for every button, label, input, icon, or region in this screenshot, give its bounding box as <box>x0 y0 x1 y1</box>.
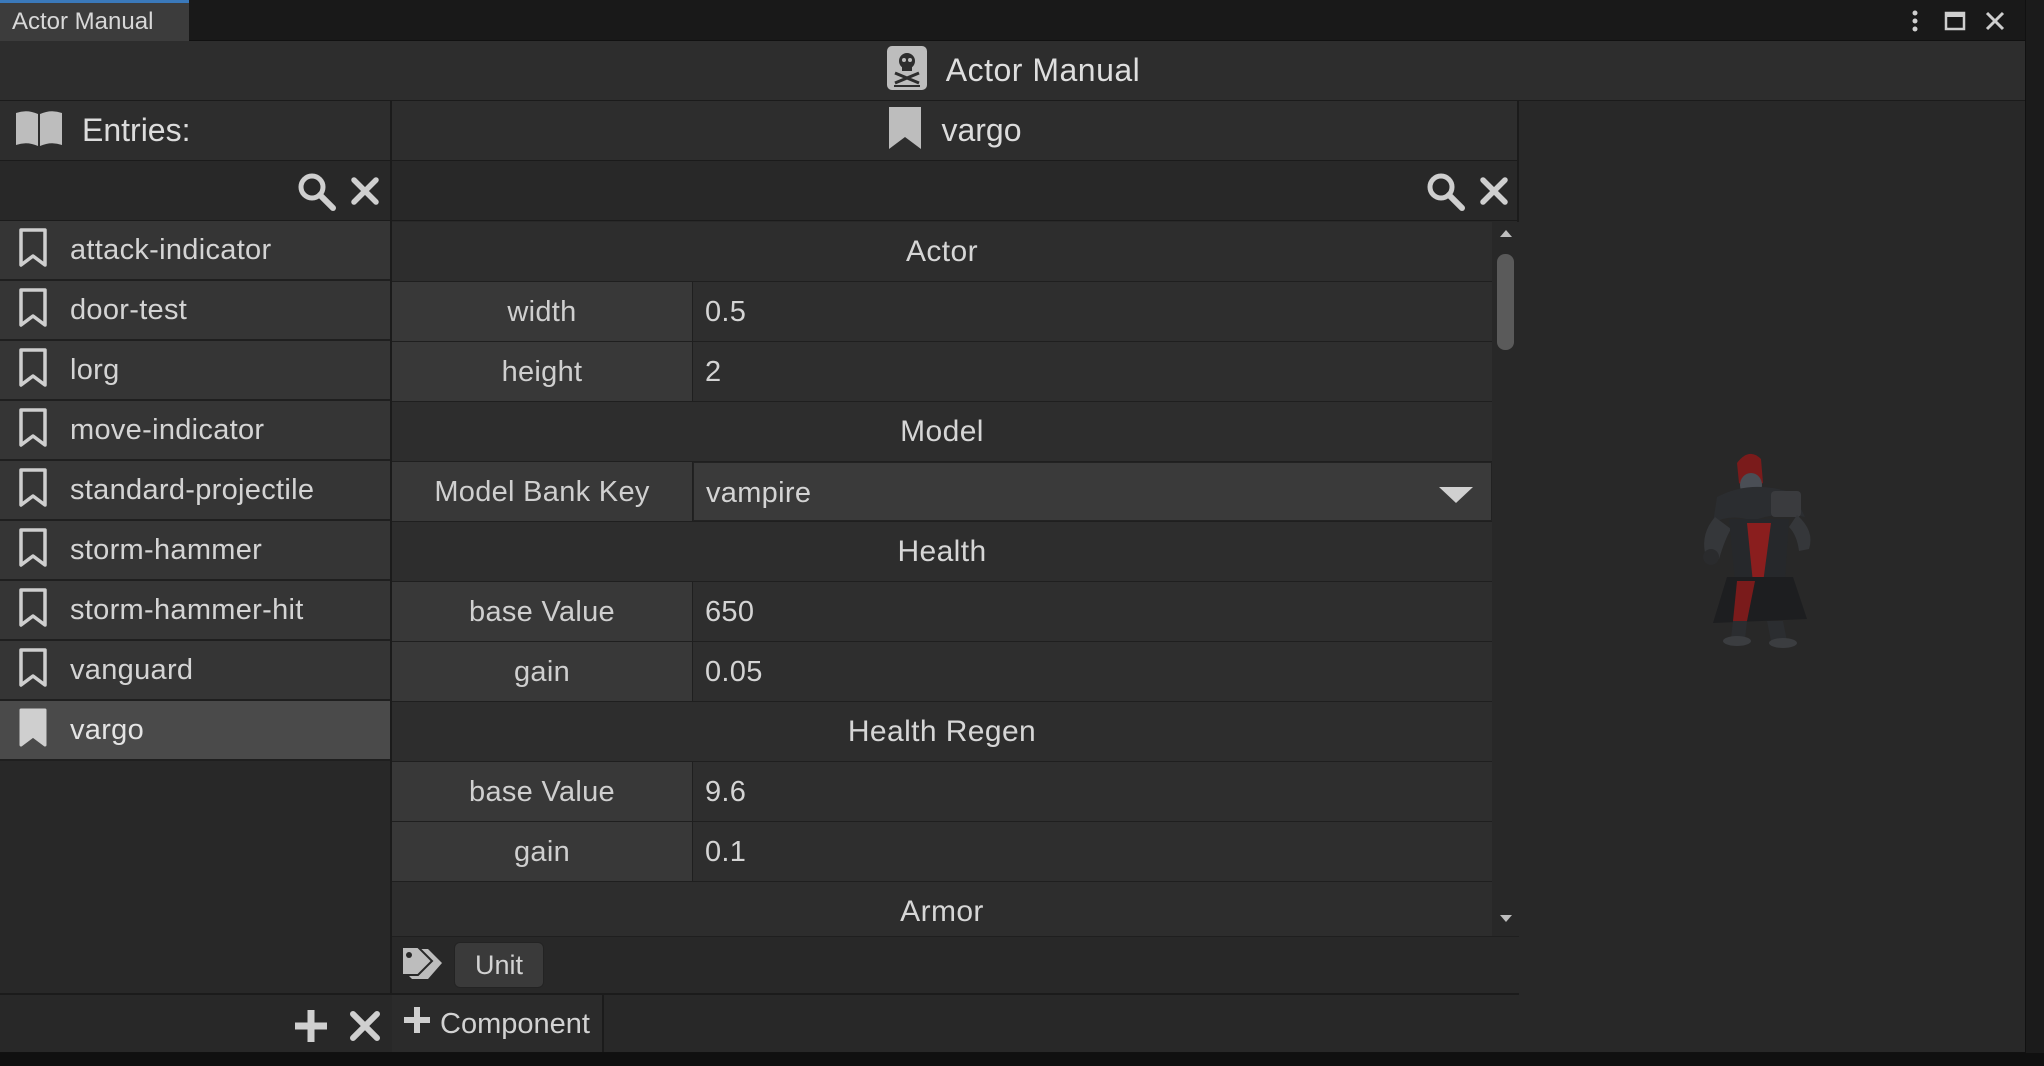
entry-label: lorg <box>70 353 120 386</box>
close-window-icon[interactable] <box>1984 10 2006 32</box>
maximize-icon[interactable] <box>1944 10 1966 32</box>
clear-search-icon[interactable] <box>350 176 380 211</box>
property-row-height: height 2 <box>392 342 1492 402</box>
bookmark-icon <box>18 347 48 393</box>
section-header-actor[interactable]: Actor <box>392 222 1492 282</box>
model-preview-panel[interactable] <box>1519 101 2025 1052</box>
entry-label: attack-indicator <box>70 233 272 266</box>
scroll-down-icon[interactable] <box>1500 915 1512 922</box>
bookmark-icon <box>18 287 48 333</box>
skull-document-icon <box>886 45 928 96</box>
dropdown-value: vampire <box>706 477 812 509</box>
entry-label: vanguard <box>70 653 194 686</box>
bookmark-icon <box>18 587 48 633</box>
entry-label: standard-projectile <box>70 473 315 506</box>
chevron-down-icon <box>1439 487 1473 503</box>
entry-storm-hammer-hit[interactable]: storm-hammer-hit <box>0 581 390 641</box>
detail-search-bar[interactable] <box>392 161 1517 221</box>
clear-search-icon[interactable] <box>1479 176 1509 211</box>
entry-vargo[interactable]: vargo <box>0 701 390 761</box>
entry-door-test[interactable]: door-test <box>0 281 390 341</box>
properties-list[interactable]: Actor width 0.5 height 2 Model Model Ban… <box>392 222 1492 936</box>
bottom-strip <box>0 1053 2044 1066</box>
property-row-width: width 0.5 <box>392 282 1492 342</box>
entries-header: Entries: <box>0 101 390 161</box>
delete-entry-icon[interactable] <box>348 1009 382 1048</box>
property-key: Model Bank Key <box>392 462 693 521</box>
book-icon <box>14 108 64 153</box>
entry-label: move-indicator <box>70 413 265 446</box>
entry-label: door-test <box>70 293 188 326</box>
tag-pill-unit[interactable]: Unit <box>454 942 545 988</box>
property-row-health-gain: gain 0.05 <box>392 642 1492 702</box>
entry-label: storm-hammer <box>70 533 263 566</box>
entry-attack-indicator[interactable]: attack-indicator <box>0 221 390 281</box>
property-key: height <box>392 342 693 401</box>
search-icon[interactable] <box>296 171 336 216</box>
entry-vanguard[interactable]: vanguard <box>0 641 390 701</box>
window-controls <box>1904 8 2006 34</box>
bookmark-icon <box>18 527 48 573</box>
section-header-model[interactable]: Model <box>392 402 1492 462</box>
width-field[interactable]: 0.5 <box>693 282 1492 341</box>
entries-footer <box>0 993 392 1052</box>
scroll-up-icon[interactable] <box>1500 230 1512 237</box>
search-icon[interactable] <box>1425 171 1465 216</box>
add-component-button[interactable]: Component <box>392 995 604 1052</box>
tags-row: Unit <box>392 936 1519 993</box>
property-key: gain <box>392 642 693 701</box>
window-title: Actor Manual <box>945 52 1141 88</box>
model-bank-key-dropdown[interactable]: vampire <box>693 462 1492 521</box>
entries-panel: Entries: attack-indicator door-test lorg… <box>0 101 392 1052</box>
health-gain-field[interactable]: 0.05 <box>693 642 1492 701</box>
entries-search-bar[interactable] <box>0 161 390 221</box>
regen-gain-field[interactable]: 0.1 <box>693 822 1492 881</box>
property-row-health-base: base Value 650 <box>392 582 1492 642</box>
detail-header: vargo <box>392 101 1517 161</box>
entry-label: vargo <box>70 713 145 746</box>
property-row-model-bank-key: Model Bank Key vampire <box>392 462 1492 522</box>
add-entry-icon[interactable] <box>292 1007 330 1050</box>
bookmark-icon <box>18 227 48 273</box>
property-key: width <box>392 282 693 341</box>
vampire-character-preview <box>1703 453 1811 648</box>
tab-actor-manual[interactable]: Actor Manual <box>0 0 189 41</box>
tags-icon[interactable] <box>398 944 444 987</box>
window-header: Actor Manual <box>0 41 2025 101</box>
actor-manual-window: Actor Manual Actor Manual Entries: attac… <box>0 0 2026 1053</box>
section-header-health-regen[interactable]: Health Regen <box>392 702 1492 762</box>
detail-title: vargo <box>941 112 1022 148</box>
bookmark-filled-icon <box>18 708 48 753</box>
bookmark-icon <box>18 467 48 513</box>
entries-list: attack-indicator door-test lorg move-ind… <box>0 221 390 761</box>
scrollbar-thumb[interactable] <box>1497 254 1514 350</box>
bookmark-icon <box>18 407 48 453</box>
property-row-regen-gain: gain 0.1 <box>392 822 1492 882</box>
entry-lorg[interactable]: lorg <box>0 341 390 401</box>
tab-bar: Actor Manual <box>0 0 2025 41</box>
more-options-icon[interactable] <box>1904 10 1926 32</box>
bookmark-icon <box>18 647 48 693</box>
entry-standard-projectile[interactable]: standard-projectile <box>0 461 390 521</box>
add-component-label: Component <box>440 1007 590 1040</box>
detail-footer: Component <box>392 993 1519 1052</box>
entries-label: Entries: <box>82 112 191 148</box>
section-header-health[interactable]: Health <box>392 522 1492 582</box>
property-key: base Value <box>392 762 693 821</box>
property-key: base Value <box>392 582 693 641</box>
properties-scrollbar[interactable] <box>1492 222 1519 936</box>
entry-label: storm-hammer-hit <box>70 593 304 626</box>
entry-storm-hammer[interactable]: storm-hammer <box>0 521 390 581</box>
height-field[interactable]: 2 <box>693 342 1492 401</box>
health-base-value-field[interactable]: 650 <box>693 582 1492 641</box>
property-row-regen-base: base Value 9.6 <box>392 762 1492 822</box>
regen-base-value-field[interactable]: 9.6 <box>693 762 1492 821</box>
bookmark-filled-icon <box>887 105 923 156</box>
property-key: gain <box>392 822 693 881</box>
section-header-armor[interactable]: Armor <box>392 882 1492 936</box>
plus-icon <box>402 1005 432 1043</box>
entry-move-indicator[interactable]: move-indicator <box>0 401 390 461</box>
detail-panel: vargo Actor width 0.5 height 2 Model Mod… <box>392 101 1519 1052</box>
